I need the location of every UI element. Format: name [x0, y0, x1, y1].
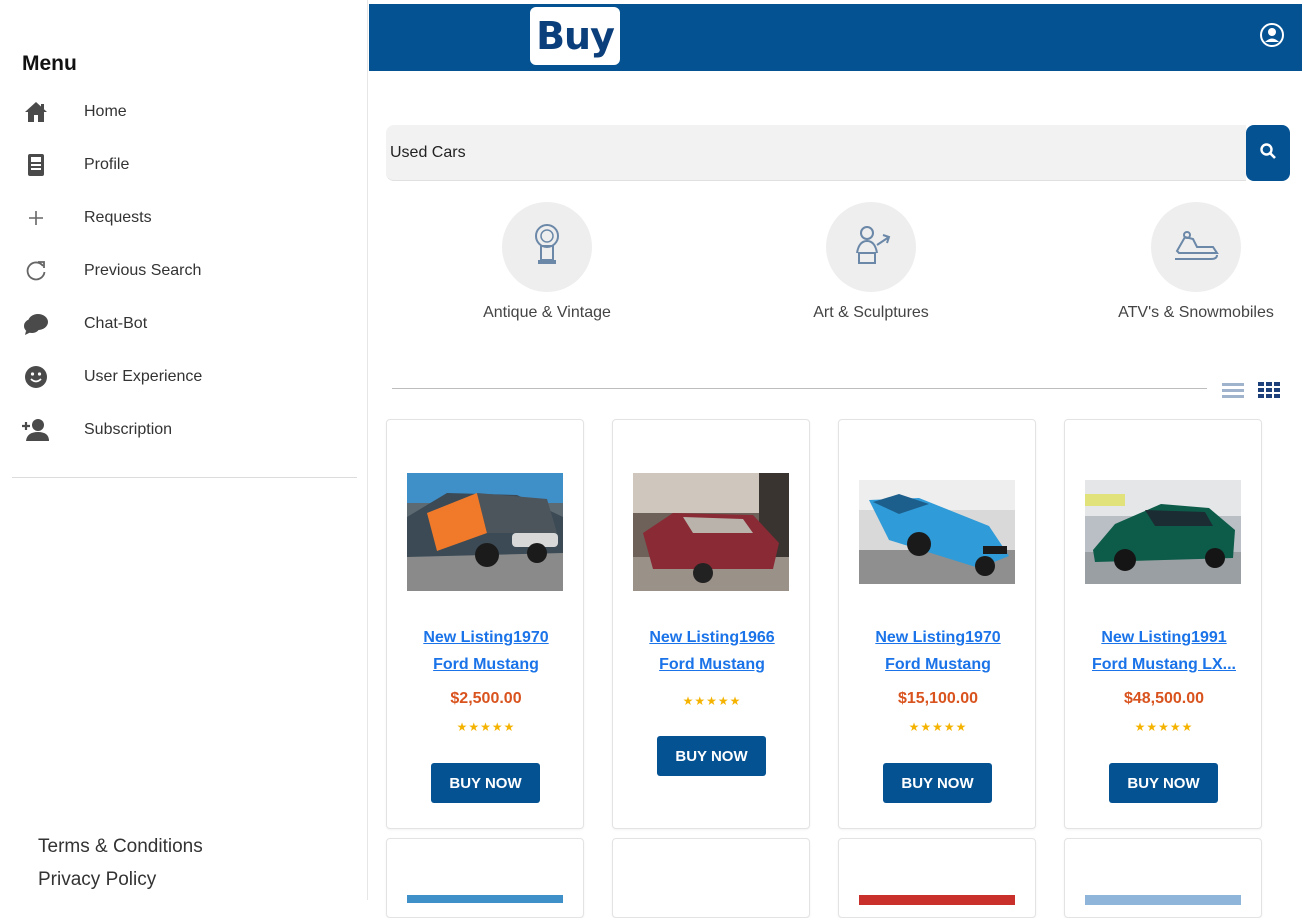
rating-stars: ★★★★★ — [456, 720, 516, 734]
terms-link[interactable]: Terms & Conditions — [38, 830, 203, 863]
search-button[interactable] — [1246, 125, 1290, 181]
plus-icon — [22, 204, 50, 232]
buy-now-button[interactable]: BUY NOW — [431, 763, 540, 803]
category-circle — [1151, 202, 1241, 292]
sidebar-item-label: Subscription — [84, 420, 173, 438]
list-view-icon[interactable] — [1222, 380, 1244, 400]
category-art-sculptures[interactable]: Art & Sculptures — [781, 202, 961, 322]
product-image[interactable] — [407, 895, 563, 903]
sidebar-item-chat-bot[interactable]: Chat-Bot — [0, 297, 368, 350]
grid-view-icon[interactable] — [1258, 380, 1280, 400]
product-price: $15,100.00 — [897, 690, 979, 707]
rating-stars: ★★★★★ — [1134, 720, 1194, 734]
product-card — [838, 838, 1036, 918]
product-title-line1: New Listing1970 — [423, 629, 549, 646]
home-icon — [22, 98, 50, 126]
product-title-line1: New Listing1991 — [1101, 629, 1227, 646]
sidebar: Menu Home Profile Requests Previous Sear… — [0, 0, 368, 900]
product-title-line2: Ford Mustang — [433, 656, 539, 673]
sidebar-item-label: Home — [84, 102, 127, 120]
sidebar-item-label: Previous Search — [84, 261, 202, 279]
sidebar-item-label: Chat-Bot — [84, 314, 148, 332]
category-atvs-snowmobiles[interactable]: ATV's & Snowmobiles — [1106, 202, 1286, 322]
sidebar-item-profile[interactable]: Profile — [0, 138, 368, 191]
sidebar-item-user-experience[interactable]: User Experience — [0, 350, 368, 403]
category-label: Art & Sculptures — [813, 304, 929, 321]
product-image[interactable] — [1085, 895, 1241, 905]
logo-text-b: Bu — [536, 14, 591, 58]
product-title[interactable]: New Listing1970 Ford Mustang — [397, 624, 575, 678]
sidebar-item-home[interactable]: Home — [0, 85, 368, 138]
product-title-line2: Ford Mustang LX... — [1092, 656, 1236, 673]
smile-icon — [22, 363, 50, 391]
product-card — [386, 838, 584, 918]
product-card: New Listing1966 Ford Mustang ★★★★★ BUY N… — [612, 419, 810, 829]
menu-list: Home Profile Requests Previous Search Ch… — [0, 85, 368, 456]
search-input[interactable] — [386, 125, 1246, 180]
chat-icon — [22, 310, 50, 338]
category-antique-vintage[interactable]: Antique & Vintage — [457, 202, 637, 322]
sidebar-item-subscription[interactable]: Subscription — [0, 403, 368, 456]
product-card: New Listing1970 Ford Mustang $2,500.00 ★… — [386, 419, 584, 829]
product-title[interactable]: New Listing1970 Ford Mustang — [849, 624, 1027, 678]
rating-stars: ★★★★★ — [682, 694, 742, 708]
refresh-icon — [22, 257, 50, 285]
top-header: Bu y — [369, 4, 1302, 71]
account-icon[interactable] — [1259, 22, 1285, 48]
sidebar-item-label: User Experience — [84, 367, 203, 385]
product-title[interactable]: New Listing1991 Ford Mustang LX... — [1075, 624, 1253, 678]
product-card: New Listing1991 Ford Mustang LX... $48,5… — [1064, 419, 1262, 829]
category-circle — [826, 202, 916, 292]
search-icon — [1259, 142, 1277, 165]
category-circle — [502, 202, 592, 292]
sidebar-item-requests[interactable]: Requests — [0, 191, 368, 244]
buy-now-button[interactable]: BUY NOW — [1109, 763, 1218, 803]
sidebar-item-previous-search[interactable]: Previous Search — [0, 244, 368, 297]
footer-links: Terms & Conditions Privacy Policy — [38, 830, 203, 896]
privacy-link[interactable]: Privacy Policy — [38, 863, 203, 896]
sidebar-item-label: Profile — [84, 155, 130, 173]
product-price: $48,500.00 — [1123, 690, 1205, 707]
product-title[interactable]: New Listing1966 Ford Mustang — [623, 624, 801, 678]
product-image[interactable] — [1085, 480, 1241, 584]
buy-now-button[interactable]: BUY NOW — [883, 763, 992, 803]
product-title-line2: Ford Mustang — [885, 656, 991, 673]
product-image[interactable] — [859, 895, 1015, 905]
product-title-line1: New Listing1966 — [649, 629, 775, 646]
product-image[interactable] — [407, 473, 563, 591]
product-title-line2: Ford Mustang — [659, 656, 765, 673]
product-card — [612, 838, 810, 918]
add-user-icon — [22, 416, 50, 444]
clock-icon — [530, 222, 564, 273]
sculpture-icon — [849, 223, 893, 272]
logo-text-y: y — [590, 14, 615, 58]
results-divider — [392, 388, 1207, 389]
search-box — [386, 125, 1246, 181]
profile-icon — [22, 151, 50, 179]
snowmobile-icon — [1173, 227, 1219, 268]
category-label: ATV's & Snowmobiles — [1118, 304, 1274, 321]
product-card: New Listing1970 Ford Mustang $15,100.00 … — [838, 419, 1036, 829]
product-card — [1064, 838, 1262, 918]
product-price: $2,500.00 — [450, 690, 522, 707]
rating-stars: ★★★★★ — [908, 720, 968, 734]
category-label: Antique & Vintage — [483, 304, 611, 321]
brand-logo[interactable]: Bu y — [530, 7, 620, 65]
product-title-line1: New Listing1970 — [875, 629, 1001, 646]
buy-now-button[interactable]: BUY NOW — [657, 736, 766, 776]
product-image[interactable] — [859, 480, 1015, 584]
sidebar-divider — [12, 477, 357, 478]
product-image[interactable] — [633, 473, 789, 591]
sidebar-item-label: Requests — [84, 208, 152, 226]
menu-title: Menu — [22, 52, 77, 75]
